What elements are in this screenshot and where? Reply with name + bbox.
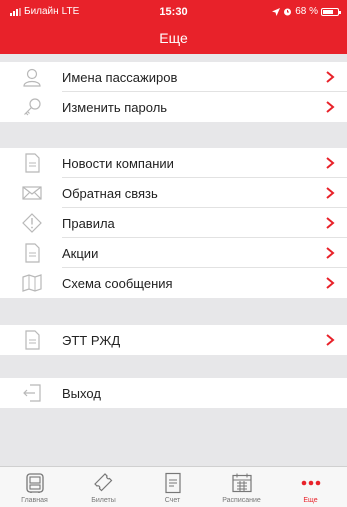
tab-bar: Главная Билеты Счет Расписание Еще (0, 466, 347, 507)
menu-item-passenger-names[interactable]: Имена пассажиров (0, 62, 347, 92)
alarm-icon (284, 8, 292, 16)
receipt-icon (165, 472, 181, 494)
menu-item-label: Акции (62, 245, 99, 261)
document-icon (25, 243, 40, 263)
menu-group-ett: ЭТТ РЖД (0, 325, 347, 355)
chevron-right-icon (326, 334, 335, 346)
menu-item-company-news[interactable]: Новости компании (0, 148, 347, 178)
menu-item-logout[interactable]: Выход (0, 378, 347, 408)
tab-tickets[interactable]: Билеты (69, 467, 138, 507)
tab-label: Главная (21, 497, 48, 504)
chevron-right-icon (326, 277, 335, 289)
menu-group-account: Имена пассажиров Изменить пароль (0, 62, 347, 122)
menu-group-logout: Выход (0, 378, 347, 408)
menu-item-label: ЭТТ РЖД (62, 332, 121, 348)
more-icon (301, 480, 321, 486)
chevron-right-icon (326, 187, 335, 199)
key-icon (24, 98, 41, 116)
menu-item-route-map[interactable]: Схема сообщения (0, 268, 347, 298)
menu-item-promotions[interactable]: Акции (0, 238, 347, 268)
document-icon (25, 330, 40, 350)
battery-fill (323, 9, 333, 14)
user-icon (23, 68, 41, 87)
app-header: Билайн LTE 15:30 68 % Еще (0, 0, 347, 54)
calendar-icon (232, 473, 252, 493)
chevron-right-icon (326, 71, 335, 83)
menu-item-label: Схема сообщения (62, 275, 173, 291)
logout-icon (23, 384, 41, 402)
tab-schedule[interactable]: Расписание (207, 467, 276, 507)
menu-item-rules[interactable]: Правила (0, 208, 347, 238)
battery-percent: 68 % (295, 6, 318, 17)
menu-item-ett-rzd[interactable]: ЭТТ РЖД (0, 325, 347, 355)
battery-icon (321, 7, 341, 16)
chevron-right-icon (326, 101, 335, 113)
tab-label: Еще (303, 497, 318, 504)
page-title: Еще (159, 30, 188, 46)
chevron-right-icon (326, 247, 335, 259)
menu-item-change-password[interactable]: Изменить пароль (0, 92, 347, 122)
chevron-right-icon (326, 217, 335, 229)
tab-home[interactable]: Главная (0, 467, 69, 507)
chevron-right-icon (326, 157, 335, 169)
status-right: 68 % (272, 6, 341, 17)
document-icon (25, 153, 40, 173)
ticket-icon (94, 473, 113, 492)
tab-label: Билеты (91, 497, 116, 504)
home-icon (26, 473, 44, 493)
menu-item-label: Изменить пароль (62, 99, 168, 115)
menu-item-label: Новости компании (62, 155, 174, 171)
menu-item-label: Имена пассажиров (62, 69, 178, 85)
menu-item-feedback[interactable]: Обратная связь (0, 178, 347, 208)
menu-item-label: Правила (62, 215, 115, 231)
tab-label: Расписание (222, 497, 261, 504)
tab-account[interactable]: Счет (138, 467, 207, 507)
map-icon (22, 274, 42, 292)
envelope-icon (22, 186, 42, 200)
menu-item-label: Обратная связь (62, 185, 158, 201)
info-diamond-icon (22, 213, 42, 233)
menu-group-info: Новости компании Обратная связь Правила … (0, 148, 347, 298)
tab-label: Счет (164, 497, 181, 504)
tab-more[interactable]: Еще (276, 467, 345, 507)
menu-item-label: Выход (62, 385, 101, 401)
status-bar: Билайн LTE 15:30 68 % (0, 0, 347, 24)
location-icon (272, 7, 281, 16)
